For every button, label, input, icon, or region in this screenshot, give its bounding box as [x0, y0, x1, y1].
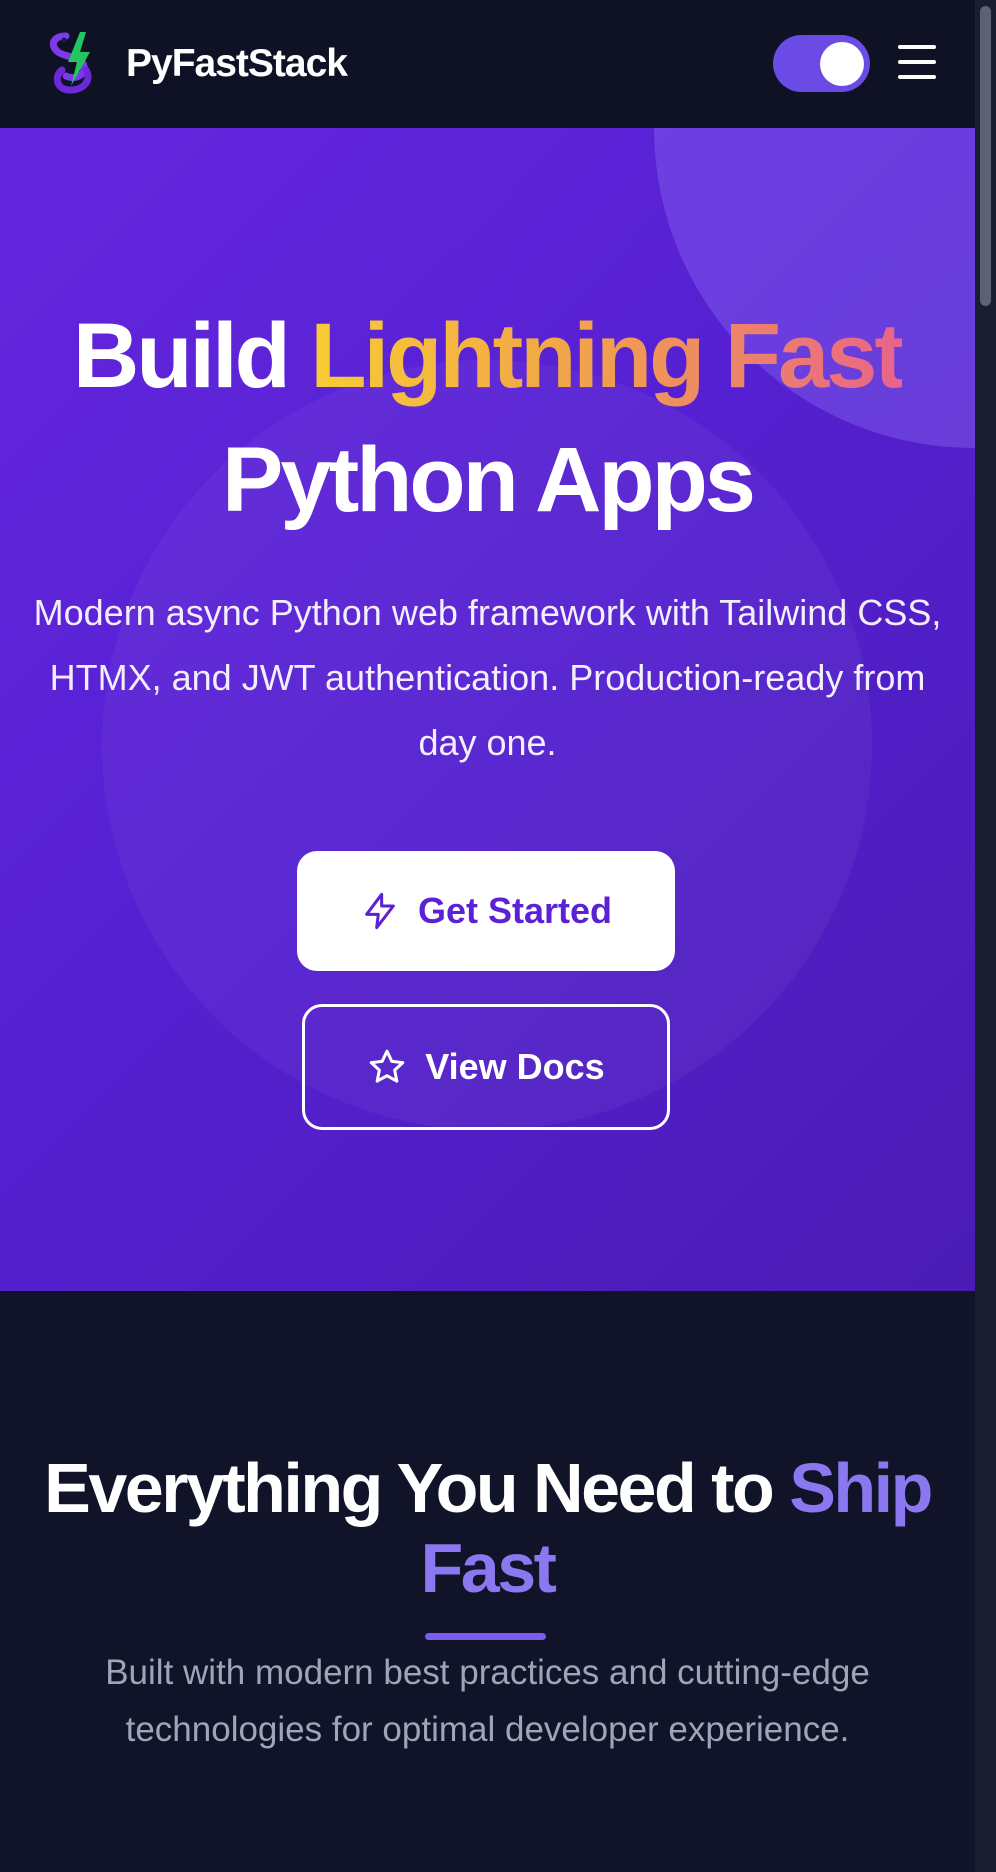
hero-title-part1: Build [72, 305, 311, 407]
python-lightning-logo-icon[interactable] [44, 30, 102, 96]
page-scrollbar[interactable] [975, 0, 996, 1872]
theme-toggle[interactable] [773, 35, 870, 92]
brand-name[interactable]: PyFastStack [126, 40, 348, 88]
toggle-knob [820, 42, 864, 86]
scrollbar-thumb[interactable] [980, 6, 991, 306]
view-docs-label: View Docs [425, 1046, 605, 1087]
get-started-button[interactable]: Get Started [297, 851, 675, 971]
features-subtitle: Built with modern best practices and cut… [105, 1653, 870, 1749]
star-icon [367, 1047, 407, 1087]
lightning-bolt-icon [360, 891, 400, 931]
hero-subtitle: Modern async Python web framework with T… [33, 592, 942, 763]
hero-title-highlight: Lightning Fast [310, 305, 905, 407]
top-navbar: PyFastStack [0, 0, 975, 128]
hero-title-line2: Python Apps [222, 429, 756, 531]
features-title-part1: Everything You Need to [44, 1449, 790, 1527]
hero-title: Build Lightning Fast Python Apps [0, 294, 975, 542]
hero-section: Build Lightning Fast Python Apps Modern … [0, 128, 975, 1291]
title-underline-divider [425, 1633, 546, 1640]
view-docs-button[interactable]: View Docs [302, 1004, 670, 1130]
get-started-label: Get Started [417, 890, 613, 931]
hamburger-menu-icon[interactable] [898, 45, 936, 79]
features-title: Everything You Need to Ship Fast [0, 1448, 975, 1608]
